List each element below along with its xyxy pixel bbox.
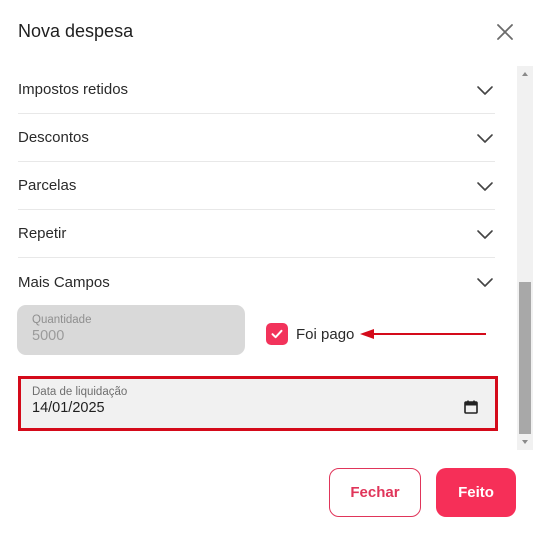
modal-header: Nova despesa (0, 0, 533, 62)
calendar-icon[interactable] (463, 399, 479, 415)
settlement-date-field[interactable]: Data de liquidação 14/01/2025 (18, 376, 498, 431)
modal-title: Nova despesa (18, 21, 134, 41)
modal-body: Impostos retidos Descontos Parcelas Repe… (0, 66, 533, 450)
section-label: Descontos (18, 129, 89, 146)
section-parcelas[interactable]: Parcelas (18, 162, 495, 210)
check-icon (271, 329, 283, 339)
section-descontos[interactable]: Descontos (18, 114, 495, 162)
section-label: Mais Campos (18, 273, 110, 291)
settlement-date-value: 14/01/2025 (32, 400, 105, 416)
chevron-down-icon (477, 85, 493, 95)
quantity-field[interactable]: Quantidade 5000 (17, 305, 245, 355)
close-button[interactable] (494, 21, 516, 43)
scrollbar-thumb[interactable] (519, 282, 531, 434)
chevron-down-icon (477, 278, 493, 287)
section-mais-campos[interactable]: Mais Campos (18, 258, 495, 306)
settlement-date-content: Data de liquidação 14/01/2025 (32, 386, 127, 416)
paid-checkbox-control[interactable]: Foi pago (266, 323, 354, 345)
chevron-down-icon (477, 229, 493, 239)
scroll-up-arrow-icon[interactable] (521, 70, 529, 78)
section-impostos-retidos[interactable]: Impostos retidos (18, 66, 495, 114)
quantity-label: Quantidade (32, 314, 92, 326)
paid-checkbox[interactable] (266, 323, 288, 345)
chevron-down-icon (477, 133, 493, 143)
feito-button[interactable]: Feito (436, 468, 516, 517)
section-repetir[interactable]: Repetir (18, 210, 495, 258)
section-label: Parcelas (18, 177, 77, 194)
fechar-button[interactable]: Fechar (329, 468, 421, 517)
quantity-value: 5000 (32, 328, 65, 344)
chevron-down-icon (477, 181, 493, 191)
close-icon (497, 24, 513, 40)
settlement-date-label: Data de liquidação (32, 386, 128, 398)
section-label: Repetir (18, 225, 67, 242)
annotation-arrow (360, 329, 486, 339)
paid-label: Foi pago (296, 325, 355, 343)
section-label: Impostos retidos (18, 81, 129, 98)
vertical-scrollbar[interactable] (517, 66, 533, 450)
scroll-down-arrow-icon[interactable] (521, 438, 529, 446)
